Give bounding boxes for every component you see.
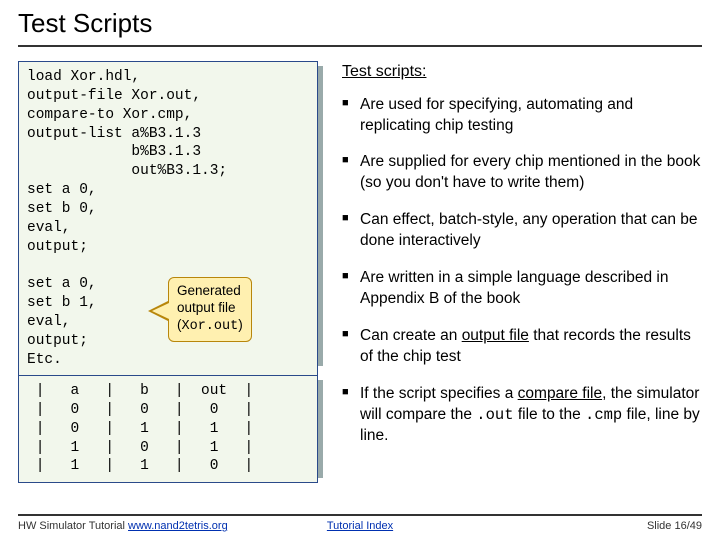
callout-line3: (Xor.out) (177, 317, 243, 336)
footer: HW Simulator Tutorial www.nand2tetris.or… (18, 514, 702, 532)
bullet-4: Are written in a simple language describ… (342, 268, 702, 310)
bullet-list: Are used for specifying, automating and … (342, 95, 702, 447)
table-box: | a | b | out | | 0 | 0 | 0 | | 0 | 1 | … (18, 375, 318, 473)
callout-line2: output file (177, 300, 243, 317)
table-content: | a | b | out | | 0 | 0 | 0 | | 0 | 1 | … (18, 375, 318, 483)
bullet-5: Can create an output file that records t… (342, 326, 702, 368)
footer-right: Slide 16/49 (647, 520, 702, 532)
footer-link[interactable]: www.nand2tetris.org (128, 520, 228, 532)
footer-center[interactable]: Tutorial Index (327, 520, 393, 532)
footer-left: HW Simulator Tutorial www.nand2tetris.or… (18, 520, 228, 532)
callout-line1: Generated (177, 283, 243, 300)
callout-box: Generated output file (Xor.out) (168, 277, 252, 342)
columns: load Xor.hdl, output-file Xor.out, compa… (18, 61, 702, 473)
bullet-3: Can effect, batch-style, any operation t… (342, 210, 702, 252)
bullet-1: Are used for specifying, automating and … (342, 95, 702, 137)
slide: Test Scripts load Xor.hdl, output-file X… (0, 0, 720, 540)
callout-pointer-fill (152, 303, 169, 319)
right-column: Test scripts: Are used for specifying, a… (342, 61, 702, 473)
bullet-2: Are supplied for every chip mentioned in… (342, 152, 702, 194)
section-heading: Test scripts: (342, 61, 702, 83)
bullet-6: If the script specifies a compare file, … (342, 384, 702, 447)
code-box: load Xor.hdl, output-file Xor.out, compa… (18, 61, 318, 361)
left-column: load Xor.hdl, output-file Xor.out, compa… (18, 61, 318, 473)
page-title: Test Scripts (18, 8, 702, 47)
